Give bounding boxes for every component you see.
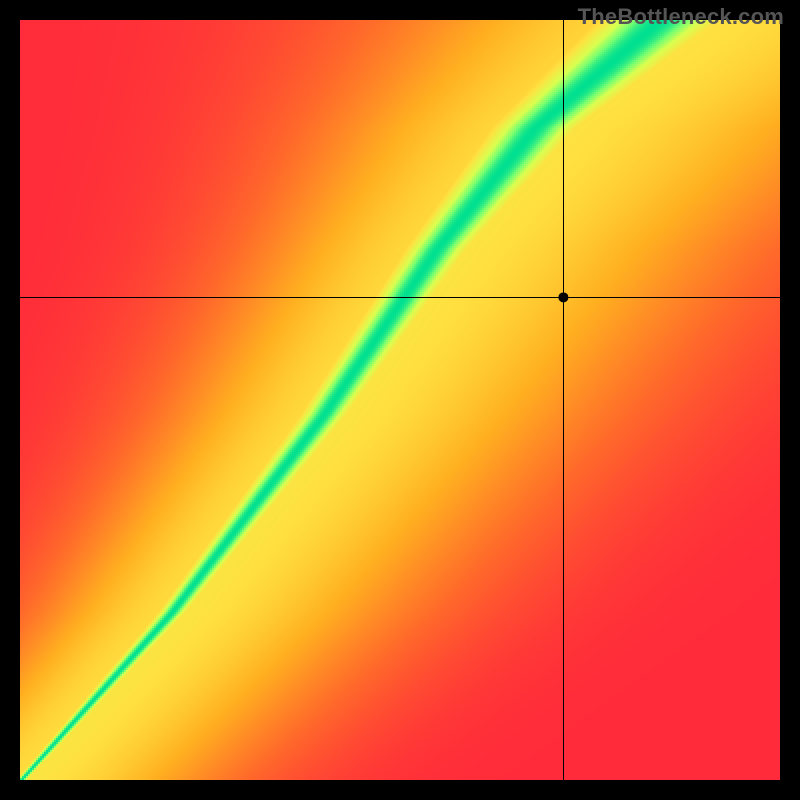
bottleneck-heatmap — [0, 0, 800, 800]
watermark-text: TheBottleneck.com — [578, 4, 784, 30]
chart-container: TheBottleneck.com — [0, 0, 800, 800]
